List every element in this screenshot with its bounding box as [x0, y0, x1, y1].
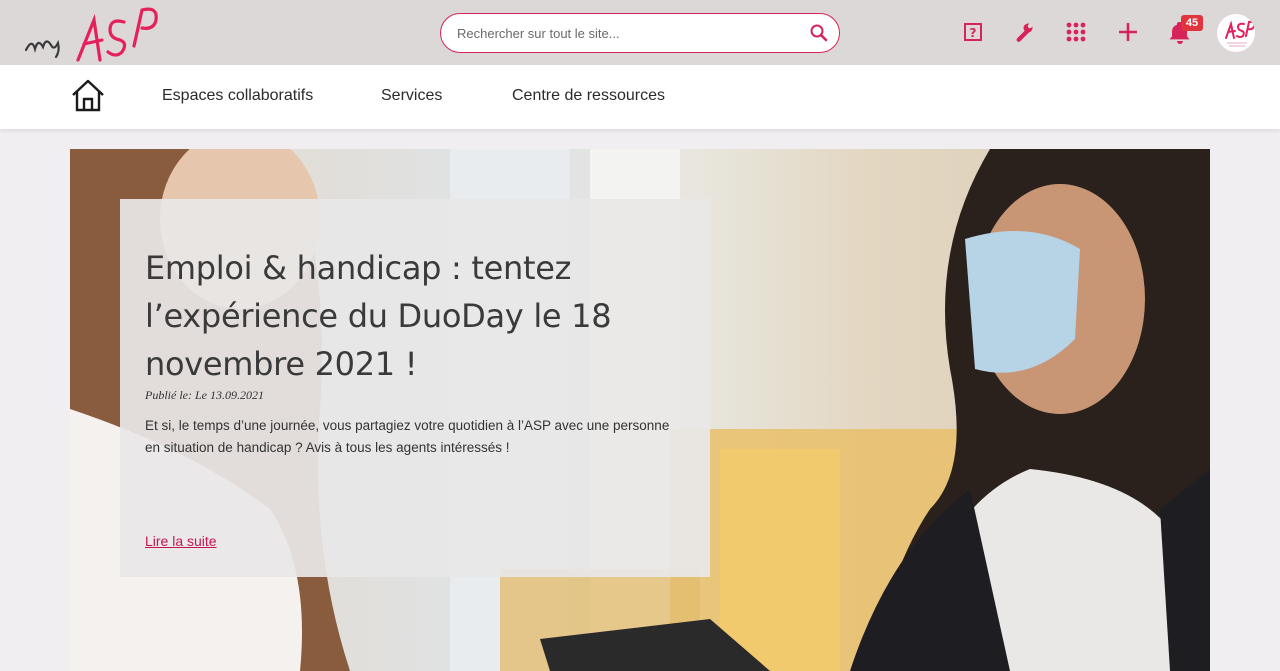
wrench-icon[interactable]	[1010, 18, 1038, 46]
search-box	[440, 13, 840, 53]
publish-date: Publié le: Le 13.09.2021	[145, 388, 264, 402]
top-bar: ? 45	[0, 0, 1280, 65]
home-icon[interactable]	[71, 78, 105, 112]
read-more-link[interactable]: Lire la suite	[145, 533, 217, 549]
search-input[interactable]	[457, 23, 797, 43]
myasp-logo[interactable]	[22, 2, 162, 64]
search-icon[interactable]	[809, 23, 829, 43]
hero-banner: Emploi & handicap : tentez l’expérience …	[70, 149, 1210, 671]
news-title[interactable]: Emploi & handicap : tentez l’expérience …	[145, 244, 685, 388]
news-card: Emploi & handicap : tentez l’expérience …	[120, 199, 710, 577]
nav-item-centre-de-ressources[interactable]: Centre de ressources	[512, 87, 665, 105]
apps-grid-icon[interactable]	[1062, 18, 1090, 46]
help-icon[interactable]: ?	[959, 18, 987, 46]
svg-text:?: ?	[970, 26, 977, 40]
notification-badge: 45	[1181, 15, 1203, 31]
nav-item-services[interactable]: Services	[381, 87, 442, 105]
avatar[interactable]	[1216, 13, 1256, 53]
news-excerpt: Et si, le temps d’une journée, vous part…	[145, 418, 670, 455]
main-nav: Espaces collaboratifs Services Centre de…	[0, 65, 1280, 129]
plus-icon[interactable]	[1114, 18, 1142, 46]
nav-item-espaces-collaboratifs[interactable]: Espaces collaboratifs	[162, 87, 313, 105]
